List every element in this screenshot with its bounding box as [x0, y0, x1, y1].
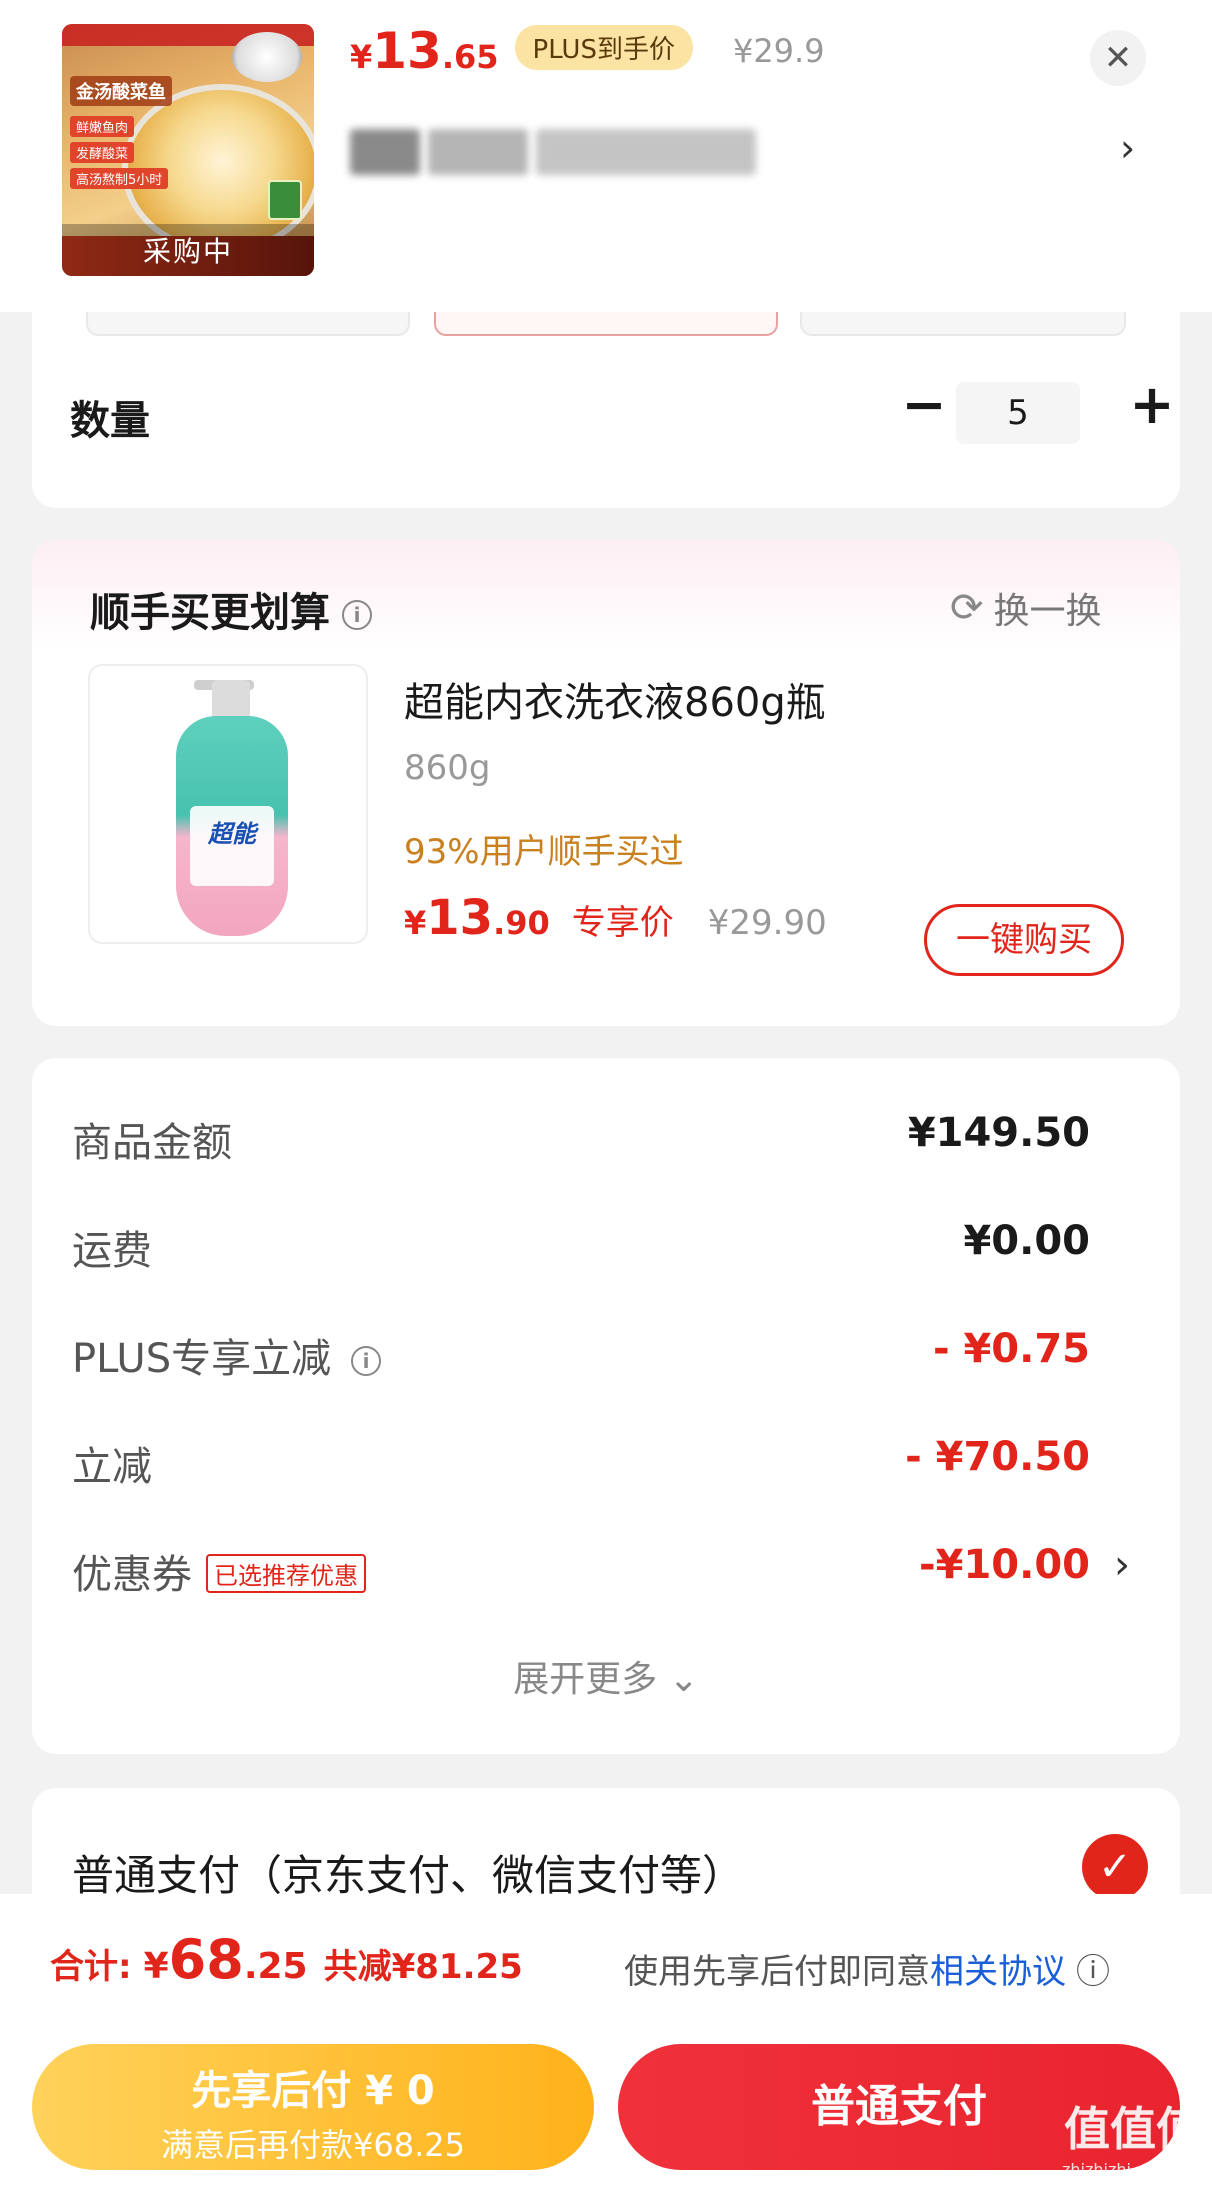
goods-amount-label: 商品金额 — [72, 1120, 232, 1166]
price-row: ¥13.65 PLUS到手价 ¥29.9 — [350, 22, 825, 92]
coupon-row[interactable]: 优惠券 已选推荐优惠 -¥10.00 › — [72, 1542, 1130, 1602]
addon-recommendation-card: 顺手买更划算 i ⟳ 换一换 超能 超能内衣洗衣液860g瓶 860g 93%用户… — [32, 540, 1180, 1026]
plus-discount-row: PLUS专享立减 i - ¥0.75 — [72, 1326, 1130, 1386]
plus-price-tag: PLUS到手价 — [514, 25, 693, 70]
refresh-button[interactable]: ⟳ 换一换 — [950, 582, 1102, 634]
plus-discount-label: PLUS专享立减 i — [72, 1326, 382, 1384]
refresh-label: 换一换 — [993, 591, 1102, 632]
quantity-label: 数量 — [70, 398, 150, 444]
exclusive-price-label: 专享价 — [571, 903, 674, 943]
spec-tabs-remnant — [86, 312, 1126, 336]
quantity-increase-button[interactable]: + — [1122, 370, 1182, 440]
bnpl-main-label: 先享后付 ¥ 0 — [191, 2068, 435, 2114]
bottle-brand-logo: 超能 — [208, 820, 256, 848]
info-icon[interactable]: i — [351, 1346, 382, 1376]
agreement-prefix: 使用先享后付即同意 — [624, 1952, 930, 1992]
total-decimal: .25 — [243, 1946, 308, 1987]
quality-badge-icon — [268, 180, 302, 220]
total-row: 合计: ¥68.25 共减¥81.25 — [50, 1928, 523, 1991]
agreement-link[interactable]: 相关协议 — [930, 1952, 1066, 1992]
bottle-cap — [212, 680, 250, 720]
rice-bowl-image — [232, 32, 302, 82]
spec-option[interactable] — [86, 312, 410, 336]
checkout-bar: 合计: ¥68.25 共减¥81.25 使用先享后付即同意相关协议 ⓘ 先享后付 … — [0, 1894, 1212, 2185]
expand-more-button[interactable]: 展开更多 ⌄ — [32, 1650, 1180, 1702]
thumb-tag: 鲜嫩鱼肉 — [70, 116, 135, 137]
watermark-sub: zhizhizhi.com — [1062, 2160, 1171, 2179]
price-decimal: .90 — [493, 904, 550, 942]
addon-price: ¥13.90 — [404, 890, 550, 946]
agreement-text: 使用先享后付即同意相关协议 ⓘ — [624, 1944, 1110, 1993]
instant-discount-value: - ¥70.50 — [905, 1434, 1090, 1480]
thumb-tag: 高汤熬制5小时 — [70, 168, 169, 189]
price-currency: ¥ — [404, 904, 427, 942]
instant-discount-row: 立减 - ¥70.50 — [72, 1434, 1130, 1494]
thumb-tag: 发酵酸菜 — [70, 142, 135, 163]
chevron-right-icon[interactable]: › — [1120, 126, 1135, 170]
goods-amount-value: ¥149.50 — [907, 1110, 1090, 1156]
goods-amount-row: 商品金额 ¥149.50 — [72, 1110, 1130, 1170]
price-currency: ¥ — [350, 38, 373, 76]
addon-bought-ratio: 93%用户顺手买过 — [404, 832, 684, 872]
price-integer: 13 — [426, 890, 494, 946]
freight-label: 运费 — [72, 1228, 152, 1274]
spec-selector-blurred[interactable] — [350, 124, 780, 180]
freight-value: ¥0.00 — [963, 1218, 1090, 1264]
info-icon[interactable]: i — [342, 600, 372, 630]
blurred-text — [350, 129, 420, 175]
plus-discount-text: PLUS专享立减 — [72, 1336, 332, 1382]
freight-row: 运费 ¥0.00 — [72, 1218, 1130, 1278]
price-decimal: .65 — [441, 38, 499, 76]
refresh-icon: ⟳ — [950, 585, 984, 631]
addon-price-row: ¥13.90 专享价 ¥29.90 — [404, 890, 827, 946]
thumb-title: 金汤酸菜鱼 — [70, 76, 172, 106]
total-currency: ¥ — [143, 1946, 169, 1987]
original-price: ¥29.9 — [732, 32, 825, 70]
one-click-buy-button[interactable]: 一键购买 — [924, 904, 1124, 976]
info-icon[interactable]: ⓘ — [1076, 1952, 1110, 1992]
addon-product-image[interactable]: 超能 — [88, 664, 368, 944]
plus-discount-value: - ¥0.75 — [932, 1326, 1090, 1372]
total-label: 合计: — [50, 1947, 132, 1987]
close-icon[interactable]: ✕ — [1090, 30, 1146, 86]
addon-title: 顺手买更划算 i — [90, 580, 372, 638]
addon-original-price: ¥29.90 — [707, 903, 827, 943]
spec-option[interactable] — [800, 312, 1126, 336]
coupon-value: -¥10.00 — [919, 1542, 1090, 1588]
total-saved: 共减¥81.25 — [323, 1947, 523, 1987]
instant-discount-label: 立减 — [72, 1444, 152, 1490]
product-header: 金汤酸菜鱼 鲜嫩鱼肉 发酵酸菜 高汤熬制5小时 采购中 ¥13.65 PLUS到… — [0, 0, 1212, 312]
total-integer: 68 — [168, 1928, 244, 1991]
price-integer: 13 — [372, 22, 442, 80]
spec-option-selected[interactable] — [434, 312, 778, 336]
coupon-chip: 已选推荐优惠 — [206, 1553, 366, 1593]
addon-product-name[interactable]: 超能内衣洗衣液860g瓶 — [404, 670, 826, 728]
price-summary-card: 商品金额 ¥149.50 运费 ¥0.00 PLUS专享立减 i - ¥0.75 … — [32, 1058, 1180, 1754]
quantity-decrease-button[interactable]: − — [894, 370, 954, 440]
blurred-text — [428, 129, 528, 175]
coupon-label-text: 优惠券 — [72, 1552, 192, 1598]
purchasing-overlay: 采购中 — [62, 224, 314, 276]
addon-product-spec: 860g — [404, 748, 491, 788]
product-thumbnail[interactable]: 金汤酸菜鱼 鲜嫩鱼肉 发酵酸菜 高汤熬制5小时 采购中 — [62, 24, 314, 276]
bnpl-sub-label: 满意后再付款¥68.25 — [161, 2126, 465, 2164]
buy-now-pay-later-button[interactable]: 先享后付 ¥ 0 满意后再付款¥68.25 — [32, 2044, 594, 2170]
current-price: ¥13.65 — [350, 22, 499, 80]
coupon-label: 优惠券 已选推荐优惠 — [72, 1542, 366, 1600]
check-circle-icon[interactable]: ✓ — [1082, 1834, 1148, 1900]
chevron-right-icon[interactable]: › — [1114, 1542, 1130, 1588]
addon-title-text: 顺手买更划算 — [90, 590, 330, 636]
blurred-text — [536, 129, 756, 175]
quantity-input[interactable]: 5 — [956, 382, 1080, 444]
